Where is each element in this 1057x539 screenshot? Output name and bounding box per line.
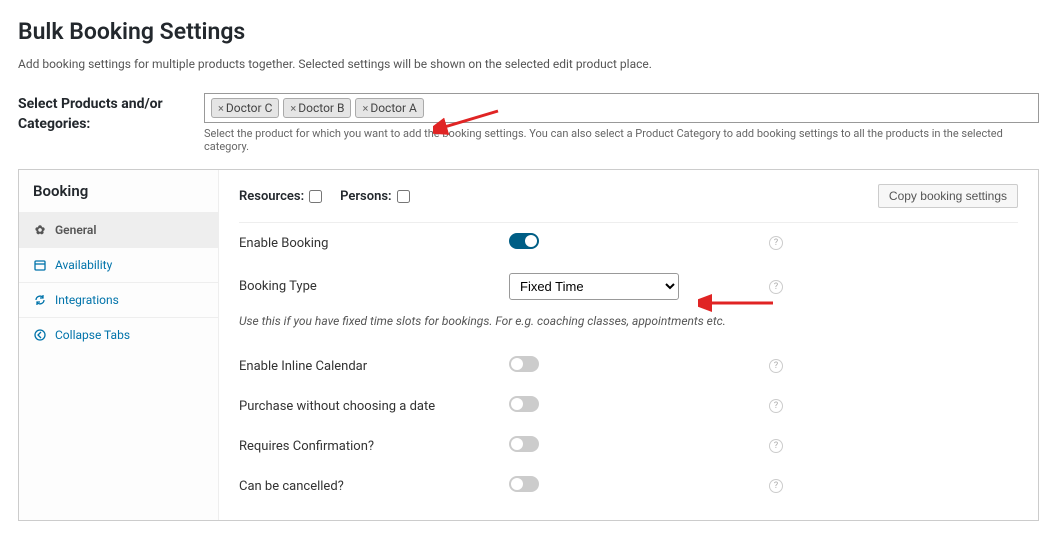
chip-doctor-a[interactable]: ×Doctor A: [355, 98, 423, 118]
refresh-icon: [33, 294, 47, 306]
sidebar-item-integrations[interactable]: Integrations: [19, 282, 218, 317]
sidebar-item-availability[interactable]: Availability: [19, 247, 218, 282]
requires-confirmation-toggle[interactable]: [509, 436, 539, 452]
purchase-no-date-label: Purchase without choosing a date: [239, 399, 509, 414]
persons-checkbox-label[interactable]: Persons:: [340, 189, 409, 204]
help-icon[interactable]: ?: [769, 359, 783, 373]
requires-confirmation-label: Requires Confirmation?: [239, 439, 509, 454]
chip-doctor-b[interactable]: ×Doctor B: [283, 98, 351, 118]
page-title: Bulk Booking Settings: [18, 18, 1039, 45]
chip-remove-icon[interactable]: ×: [218, 102, 224, 115]
products-chips-input[interactable]: ×Doctor C ×Doctor B ×Doctor A: [204, 93, 1039, 123]
booking-type-label: Booking Type: [239, 279, 509, 294]
settings-sidebar: Booking ✿ General Availability Integrati…: [19, 170, 219, 520]
chip-remove-icon[interactable]: ×: [290, 102, 296, 115]
resources-checkbox-label[interactable]: Resources:: [239, 189, 322, 204]
calendar-icon: [33, 259, 47, 271]
persons-checkbox[interactable]: [397, 190, 410, 203]
select-products-label: Select Products and/or Categories:: [18, 93, 204, 134]
sidebar-title: Booking: [19, 170, 218, 212]
purchase-no-date-toggle[interactable]: [509, 396, 539, 412]
sidebar-item-general[interactable]: ✿ General: [19, 212, 218, 247]
copy-booking-settings-button[interactable]: Copy booking settings: [878, 184, 1018, 208]
can-cancel-label: Can be cancelled?: [239, 479, 509, 494]
help-icon[interactable]: ?: [769, 236, 783, 250]
help-icon[interactable]: ?: [769, 439, 783, 453]
help-icon[interactable]: ?: [769, 399, 783, 413]
help-icon[interactable]: ?: [769, 479, 783, 493]
sidebar-item-label: Integrations: [55, 293, 119, 307]
sidebar-item-label: Collapse Tabs: [55, 328, 130, 342]
booking-type-desc: Use this if you have fixed time slots fo…: [239, 310, 1018, 346]
collapse-icon: [33, 329, 47, 341]
booking-type-select[interactable]: Fixed Time: [509, 273, 679, 300]
chip-doctor-c[interactable]: ×Doctor C: [211, 98, 279, 118]
sidebar-item-collapse[interactable]: Collapse Tabs: [19, 317, 218, 352]
enable-booking-label: Enable Booking: [239, 236, 509, 251]
can-cancel-toggle[interactable]: [509, 476, 539, 492]
sidebar-item-label: General: [55, 223, 96, 237]
resources-checkbox[interactable]: [309, 190, 322, 203]
page-subtitle: Add booking settings for multiple produc…: [18, 57, 1039, 71]
products-hint: Select the product for which you want to…: [204, 127, 1039, 153]
sidebar-item-label: Availability: [55, 258, 112, 272]
gear-icon: ✿: [33, 223, 47, 237]
inline-calendar-toggle[interactable]: [509, 356, 539, 372]
inline-calendar-label: Enable Inline Calendar: [239, 359, 509, 374]
enable-booking-toggle[interactable]: [509, 233, 539, 249]
chip-remove-icon[interactable]: ×: [362, 102, 368, 115]
help-icon[interactable]: ?: [769, 280, 783, 294]
